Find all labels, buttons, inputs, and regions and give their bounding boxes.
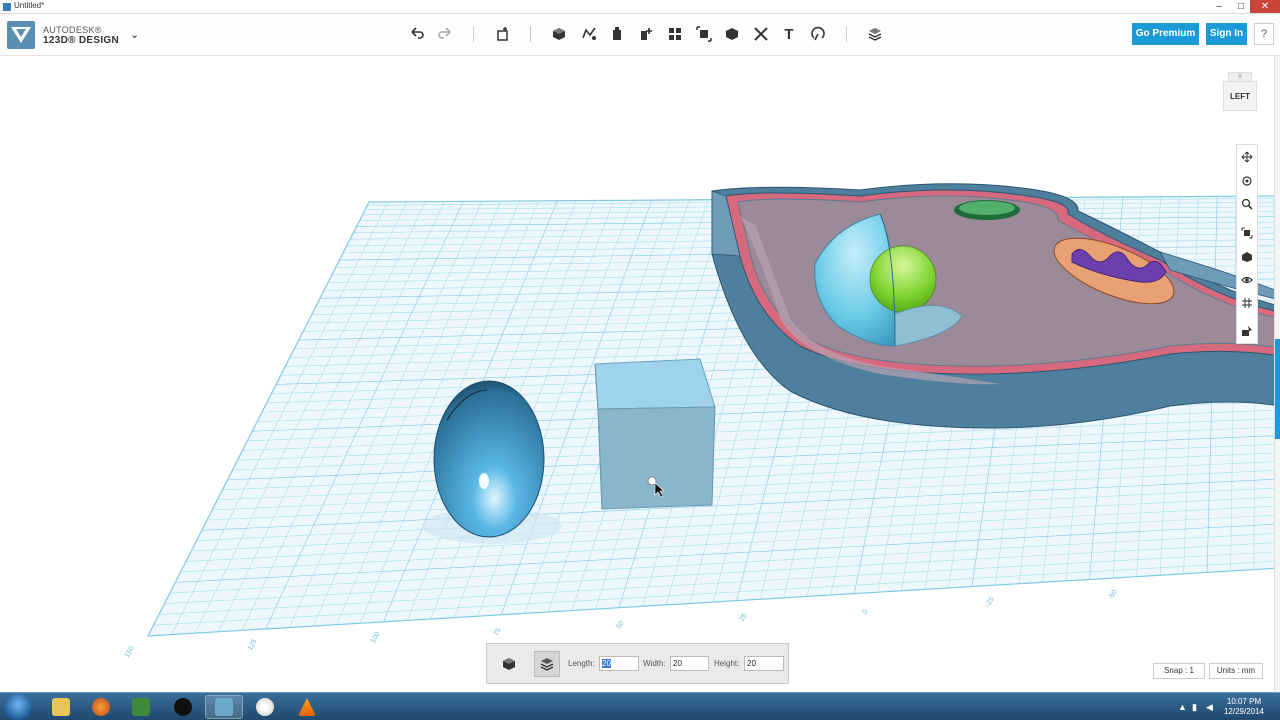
clock-date: 12/29/2014 xyxy=(1223,707,1265,716)
egg-object xyxy=(433,380,545,538)
minimize-button[interactable]: – xyxy=(1208,0,1230,13)
taskbar: ▲ ▮ ◀ 10:07 PM 12/29/2014 xyxy=(0,692,1280,720)
ruler-label: 75 xyxy=(493,627,503,637)
primitives-icon[interactable] xyxy=(548,23,570,45)
123d-logo-icon[interactable] xyxy=(7,21,35,49)
toolbar-divider xyxy=(846,26,847,42)
nucleolus-sphere xyxy=(869,245,937,313)
tray-volume-icon[interactable]: ◀ xyxy=(1206,702,1213,713)
material-icon[interactable] xyxy=(864,23,886,45)
combine-icon[interactable] xyxy=(721,23,743,45)
3d-viewport[interactable]: 150 125 100 75 50 25 0 -25 -50 ≡ LEFT Le… xyxy=(0,56,1280,692)
brand-company: AUTODESK® xyxy=(43,25,102,35)
close-button[interactable]: ✕ xyxy=(1250,0,1280,13)
scene-canvas: 150 125 100 75 50 25 0 -25 -50 xyxy=(124,183,1280,659)
clock-time: 10:07 PM xyxy=(1226,697,1262,706)
toolbar-divider xyxy=(530,26,531,42)
ruler-label: -50 xyxy=(1108,589,1119,601)
window-title: Untitled* xyxy=(14,1,45,10)
material-view-icon[interactable] xyxy=(1239,323,1255,339)
taskbar-explorer-icon[interactable] xyxy=(42,695,80,719)
width-input[interactable]: 20 xyxy=(670,656,709,671)
ruler-label: 150 xyxy=(124,645,136,659)
right-panel-tab[interactable] xyxy=(1275,339,1280,439)
redo-icon[interactable] xyxy=(434,23,456,45)
ruler-label: 125 xyxy=(247,638,259,652)
ruler-label: -25 xyxy=(985,596,996,608)
length-input[interactable]: 20 xyxy=(599,656,639,671)
taskbar-vlc-icon[interactable] xyxy=(288,695,326,719)
cube-top-face xyxy=(594,358,716,410)
construct-icon[interactable] xyxy=(606,23,628,45)
navigation-bar xyxy=(1236,144,1258,344)
right-panel-slider[interactable] xyxy=(1274,56,1280,692)
taskbar-cd-icon[interactable] xyxy=(246,695,284,719)
ruler-label: 0 xyxy=(862,609,870,616)
ruler-label: 25 xyxy=(739,612,749,622)
brand-product: 123D® DESIGN xyxy=(43,35,119,46)
text-icon[interactable]: T xyxy=(778,23,800,45)
tray-arrow-icon[interactable]: ▲ xyxy=(1178,702,1187,712)
grid-toggle-icon[interactable] xyxy=(1239,295,1255,311)
zoom-icon[interactable] xyxy=(1239,196,1255,212)
height-label: Height: xyxy=(714,659,740,668)
orbit-icon[interactable] xyxy=(1239,173,1255,189)
length-value: 20 xyxy=(602,659,611,668)
taskbar-firefox-icon[interactable] xyxy=(82,695,120,719)
snap-setting[interactable]: Snap : 1 xyxy=(1153,663,1205,679)
pattern-icon[interactable] xyxy=(664,23,686,45)
window-title-bar: Untitled* – □ ✕ xyxy=(0,0,1280,14)
pan-icon[interactable] xyxy=(1239,149,1255,165)
app-header: AUTODESK® 123D® DESIGN ⌄ T Go Premium Si… xyxy=(0,14,1280,56)
fit-icon[interactable] xyxy=(1239,225,1255,241)
dimension-mode-stack-icon[interactable] xyxy=(534,651,560,677)
grouping-icon[interactable] xyxy=(693,23,715,45)
view-cube-face[interactable]: LEFT xyxy=(1223,81,1257,111)
snap-icon[interactable] xyxy=(807,23,829,45)
units-setting[interactable]: Units : mm xyxy=(1209,663,1263,679)
help-button[interactable]: ? xyxy=(1254,23,1274,45)
dimension-panel: Length: 20 Width: 20 Height: 20 xyxy=(486,643,789,684)
taskbar-app-icon[interactable] xyxy=(122,695,160,719)
maximize-button[interactable]: □ xyxy=(1230,0,1252,13)
width-label: Width: xyxy=(643,659,666,668)
view-cube[interactable]: ≡ LEFT xyxy=(1222,70,1258,112)
taskbar-clock[interactable]: 10:07 PM 12/29/2014 xyxy=(1220,697,1268,717)
modify-icon[interactable] xyxy=(635,23,657,45)
perspective-icon[interactable] xyxy=(1239,249,1255,265)
dimension-mode-solid-icon[interactable] xyxy=(496,651,522,677)
toolbar-divider xyxy=(473,26,474,42)
app-menu-chevron-icon[interactable]: ⌄ xyxy=(130,28,139,41)
length-label: Length: xyxy=(568,659,595,668)
sign-in-button[interactable]: Sign In xyxy=(1206,23,1247,45)
taskbar-123d-design-icon[interactable] xyxy=(205,695,243,719)
measure-icon[interactable] xyxy=(750,23,772,45)
app-icon xyxy=(3,3,11,11)
undo-icon[interactable] xyxy=(406,23,428,45)
start-button[interactable] xyxy=(4,694,32,720)
ruler-label: 100 xyxy=(370,631,382,645)
ruler-label: 50 xyxy=(616,620,626,630)
egg-highlight xyxy=(479,473,489,489)
visibility-eye-icon[interactable] xyxy=(1239,272,1255,288)
height-input[interactable]: 20 xyxy=(744,656,784,671)
go-premium-button[interactable]: Go Premium xyxy=(1132,23,1199,45)
taskbar-obs-icon[interactable] xyxy=(164,695,202,719)
tray-network-icon[interactable]: ▮ xyxy=(1192,702,1197,713)
sketch-icon[interactable] xyxy=(578,23,600,45)
transform-icon[interactable] xyxy=(492,23,514,45)
